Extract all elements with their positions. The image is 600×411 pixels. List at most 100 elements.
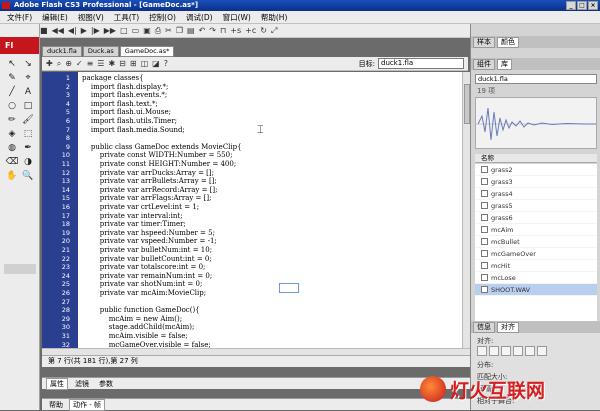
subselection-tool-icon[interactable]: ↘ (20, 57, 36, 71)
fast-forward-icon[interactable]: ▶▶ (104, 26, 116, 35)
code-line[interactable]: 2 import flash.display.*; (42, 83, 462, 91)
code-line[interactable]: 13 private var arrBullets:Array = []; (42, 177, 462, 185)
menu-control[interactable]: 控制(O) (144, 12, 181, 23)
copy-icon[interactable]: ❐ (176, 26, 183, 35)
rewind-icon[interactable]: ◀◀ (52, 26, 64, 35)
align-top-button[interactable] (513, 346, 523, 356)
comment-icon[interactable]: ◫ (141, 59, 149, 68)
step-back-icon[interactable]: ◀| (68, 26, 77, 35)
code-line[interactable]: 30 stage.addChild(mcAim); (42, 323, 462, 331)
library-item[interactable]: SHOOT.WAV (475, 284, 597, 296)
code-line[interactable]: 3 import flash.events.*; (42, 91, 462, 99)
tab-components[interactable]: 组件 (473, 58, 495, 70)
library-column-name[interactable]: 名称 (475, 154, 597, 163)
text-tool-icon[interactable]: A (20, 85, 36, 99)
library-item[interactable]: grass4 (475, 188, 597, 200)
library-item[interactable]: grass6 (475, 212, 597, 224)
collapse-icon[interactable]: ⊟ (119, 59, 126, 68)
find-icon[interactable]: ⌕ (57, 59, 61, 69)
help-icon[interactable]: ? (164, 59, 168, 68)
align-left-button[interactable] (477, 346, 487, 356)
code-line[interactable]: 21 private var bulletNum:int = 10; (42, 246, 462, 254)
print-icon[interactable]: ⎙ (155, 26, 161, 36)
library-item[interactable]: grass3 (475, 176, 597, 188)
menu-window[interactable]: 窗口(W) (218, 12, 256, 23)
smooth-icon[interactable]: +s (230, 26, 241, 35)
brush-tool-icon[interactable]: 🖌 (20, 113, 36, 127)
scale-icon[interactable]: ⤢ (271, 26, 277, 36)
align-middle-button[interactable] (525, 346, 535, 356)
hand-tool-icon[interactable]: ✋ (4, 169, 20, 183)
line-tool-icon[interactable]: ╱ (4, 85, 20, 99)
target-dropdown[interactable]: duck1.fla (378, 58, 464, 69)
maximize-button[interactable]: □ (577, 1, 587, 10)
code-line[interactable]: 17 private var interval:int; (42, 212, 462, 220)
tab-swatches[interactable]: 样本 (473, 36, 495, 48)
redo-icon[interactable]: ↷ (209, 26, 216, 35)
code-line[interactable]: 27 (42, 298, 462, 306)
menu-file[interactable]: 文件(F) (2, 12, 37, 23)
code-line[interactable]: 23 private var totalscore:int = 0; (42, 263, 462, 271)
code-line[interactable]: 11 private const HEIGHT:Number = 400; (42, 160, 462, 168)
eraser-tool-icon[interactable]: ⌫ (4, 155, 20, 169)
new-file-icon[interactable]: □ (120, 26, 128, 35)
align-right-button[interactable] (501, 346, 511, 356)
tab-filters[interactable]: 滤镜 (72, 379, 92, 389)
undo-icon[interactable]: ↶ (199, 26, 206, 35)
close-button[interactable]: × (588, 1, 598, 10)
code-line[interactable]: 7 import flash.media.Sound; (42, 126, 462, 134)
selection-tool-icon[interactable]: ↖ (4, 57, 20, 71)
snap-icon[interactable]: ⊓ (220, 26, 226, 35)
code-line[interactable]: 25 private var shotNum:int = 0; (42, 280, 462, 288)
eyedropper-tool-icon[interactable]: ◍ (4, 141, 20, 155)
oval-tool-icon[interactable]: ○ (4, 99, 20, 113)
rectangle-tool-icon[interactable]: □ (20, 99, 36, 113)
tab-parameters[interactable]: 参数 (96, 379, 116, 389)
code-line[interactable]: 22 private var bulletCount:int = 0; (42, 255, 462, 263)
code-line[interactable]: 10 private const WIDTH:Number = 550; (42, 151, 462, 159)
open-file-icon[interactable]: ▭ (132, 26, 140, 35)
tab-library[interactable]: 库 (497, 58, 512, 70)
code-hint-icon[interactable]: ☰ (97, 59, 104, 68)
code-editor[interactable]: ⌶ 1 package classes{2 import flash.displa… (42, 72, 462, 348)
pen-tool-icon[interactable]: ✒ (20, 141, 36, 155)
uncomment-icon[interactable]: ◪ (152, 59, 160, 68)
code-line[interactable]: 31 mcAim.visible = false; (42, 332, 462, 340)
code-line[interactable]: 16 private var crtLevel:int = 1; (42, 203, 462, 211)
code-line[interactable]: 15 private var arrFlags:Array = []; (42, 194, 462, 202)
fill-color-icon[interactable]: ◑ (20, 155, 36, 169)
menu-view[interactable]: 视图(V) (73, 12, 109, 23)
code-line[interactable]: 18 private var timer:Timer; (42, 220, 462, 228)
library-item[interactable]: mcBullet (475, 236, 597, 248)
target-path-icon[interactable]: ⊕ (65, 59, 72, 68)
menu-edit[interactable]: 编辑(E) (37, 12, 73, 23)
paste-icon[interactable]: ▤ (187, 26, 195, 35)
tab-duck-as[interactable]: Duck.as (82, 46, 119, 57)
code-line[interactable]: 20 private var vspeed:Number = -1; (42, 237, 462, 245)
play-icon[interactable]: ▶ (81, 26, 87, 35)
menu-debug[interactable]: 调试(D) (181, 12, 218, 23)
minimize-button[interactable]: _ (566, 1, 576, 10)
menu-help[interactable]: 帮助(H) (256, 12, 293, 23)
tab-duck1-fla[interactable]: duck1.fla (42, 46, 82, 57)
library-document-select[interactable]: duck1.fla (475, 74, 597, 84)
library-item[interactable]: grass2 (475, 164, 597, 176)
align-bottom-button[interactable] (537, 346, 547, 356)
code-line[interactable]: 6 import flash.utils.Timer; (42, 117, 462, 125)
tab-gamedoc-as[interactable]: GameDoc.as* (119, 46, 175, 57)
expand-icon[interactable]: ⊞ (130, 59, 137, 68)
code-line[interactable]: 28 public function GameDoc(){ (42, 306, 462, 314)
code-line[interactable]: 8 (42, 134, 462, 142)
code-line[interactable]: 19 private var hspeed:Number = 5; (42, 229, 462, 237)
library-item[interactable]: mcAim (475, 224, 597, 236)
code-line[interactable]: 24 private var remainNum:int = 0; (42, 272, 462, 280)
code-line[interactable]: 1 package classes{ (42, 74, 462, 82)
paint-bucket-tool-icon[interactable]: ⬚ (20, 127, 36, 141)
library-item[interactable]: mcLose (475, 272, 597, 284)
stroke-fill-swatches[interactable] (4, 264, 36, 274)
debug-options-icon[interactable]: ✱ (108, 59, 115, 68)
tab-color[interactable]: 颜色 (497, 36, 519, 48)
code-line[interactable]: 26 private var mcAim:MovieClip; (42, 289, 462, 297)
code-line[interactable]: 12 private var arrDucks:Array = []; (42, 169, 462, 177)
library-item[interactable]: mcHit (475, 260, 597, 272)
